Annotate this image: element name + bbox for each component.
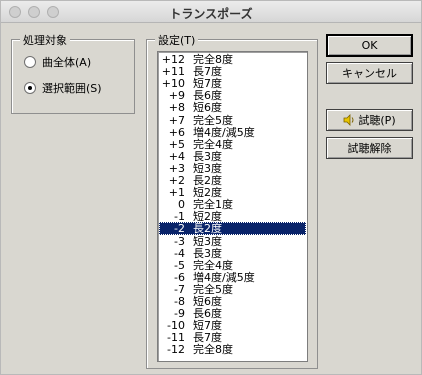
interval-semitones: -4 [174,246,185,260]
interval-name: 長2度 [193,222,222,236]
list-item[interactable]: -7 完全5度 [159,283,306,296]
list-item[interactable]: -12 完全8度 [159,343,306,356]
list-item[interactable]: +6 増4度/減5度 [159,126,306,139]
ok-button[interactable]: OK [326,34,413,57]
interval-name: 完全4度 [193,137,233,151]
interval-name: 増4度/減5度 [193,125,255,139]
interval-semitones: -3 [174,234,185,248]
radio-whole-song[interactable]: 曲全体(A) [24,54,91,70]
interval-name: 完全5度 [193,282,233,296]
radio-selection-label[interactable]: 選択範囲(S) [42,80,102,96]
list-item[interactable]: -1 短2度 [159,210,306,223]
interval-semitones: -6 [174,270,185,284]
interval-semitones: +12 [161,53,185,66]
interval-semitones: +8 [168,101,185,115]
list-item[interactable]: -9 長6度 [159,307,306,320]
list-item[interactable]: -8 短6度 [159,295,306,308]
list-item[interactable]: +2 長2度 [159,174,306,187]
interval-semitones: -11 [167,331,185,345]
interval-semitones: -2 [174,222,185,236]
list-item[interactable]: +10 短7度 [159,77,306,90]
list-item[interactable]: -5 完全4度 [159,259,306,272]
preview-button-label: 試聴(P) [358,114,396,127]
interval-semitones: +4 [168,149,185,163]
list-item[interactable]: +11 長7度 [159,65,306,78]
interval-semitones: -8 [174,295,185,308]
interval-name: 完全8度 [193,343,233,357]
list-item[interactable]: -6 増4度/減5度 [159,271,306,284]
interval-name: 完全4度 [193,258,233,272]
cancel-button[interactable]: キャンセル [326,62,413,84]
transpose-dialog: トランスポーズ 処理対象 曲全体(A) 選択範囲(S) 設定(T) +12 完全8… [0,0,422,375]
title-bar: トランスポーズ [1,1,421,23]
preview-button[interactable]: 試聴(P) [326,109,413,131]
interval-semitones: +7 [168,113,185,127]
interval-semitones: -7 [174,282,185,296]
radio-whole-song-label[interactable]: 曲全体(A) [42,54,91,70]
interval-semitones: -12 [167,343,185,357]
interval-semitones: +9 [168,89,185,103]
interval-name: 長3度 [193,246,222,260]
interval-semitones: +1 [168,186,185,200]
interval-name: 長3度 [193,149,222,163]
list-item[interactable]: +7 完全5度 [159,114,306,127]
list-item[interactable]: -3 短3度 [159,235,306,248]
radio-whole-song-indicator[interactable] [24,56,36,68]
settings-label: 設定(T) [155,32,199,48]
interval-name: 増4度/減5度 [193,270,255,284]
interval-semitones: +5 [168,137,185,151]
speaker-icon [343,114,355,126]
list-item[interactable]: +8 短6度 [159,101,306,114]
radio-selection-indicator[interactable] [24,82,36,94]
processing-target-group: 処理対象 曲全体(A) 選択範囲(S) [11,32,135,114]
list-item[interactable]: +9 長6度 [159,89,306,102]
interval-name: 短6度 [193,101,222,115]
interval-semitones: +10 [161,77,185,91]
radio-selection[interactable]: 選択範囲(S) [24,80,102,96]
interval-name: 短3度 [193,161,222,175]
list-item[interactable]: -2 長2度 [159,222,306,236]
interval-semitones: +6 [168,125,185,139]
interval-semitones: -10 [167,319,185,333]
interval-semitones: 0 [178,198,185,212]
preview-cancel-button[interactable]: 試聴解除 [326,137,413,159]
list-item[interactable]: 0 完全1度 [159,198,306,211]
interval-listbox[interactable]: +12 完全8度 +11 長7度 +10 短7度 +9 長6度 +8 短6度 +7 完全5度 +6 増4度… [157,51,308,362]
interval-name: 完全5度 [193,113,233,127]
list-item[interactable]: +5 完全4度 [159,138,306,151]
window-title: トランスポーズ [169,7,253,21]
interval-semitones: +11 [161,65,185,79]
interval-semitones: +3 [168,161,185,175]
processing-target-label: 処理対象 [20,32,70,48]
interval-semitones: -9 [174,307,185,321]
list-item[interactable]: -4 長3度 [159,247,306,260]
interval-name: 短3度 [193,234,222,248]
interval-semitones: -1 [174,210,185,224]
list-item[interactable]: +12 完全8度 [159,53,306,66]
interval-semitones: -5 [174,258,185,272]
list-item[interactable]: +3 短3度 [159,162,306,175]
list-item[interactable]: -10 短7度 [159,319,306,332]
interval-semitones: +2 [168,174,185,187]
list-item[interactable]: +4 長3度 [159,150,306,163]
